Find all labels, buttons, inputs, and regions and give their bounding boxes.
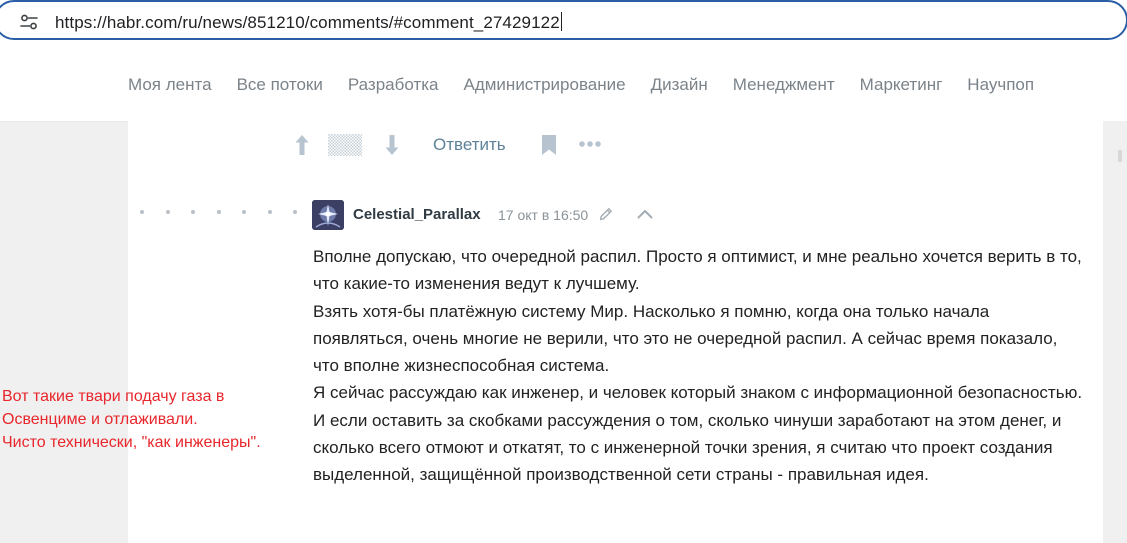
red-annotation: Вот такие твари подачу газа в Освенциме … bbox=[2, 385, 322, 454]
thread-dot bbox=[293, 210, 297, 214]
url-field[interactable]: https://habr.com/ru/news/851210/comments… bbox=[55, 12, 562, 33]
arrow-down-icon[interactable] bbox=[383, 132, 401, 158]
comment-timestamp[interactable]: 17 окт в 16:50 bbox=[498, 207, 588, 223]
nav-item[interactable]: Моя лента bbox=[128, 75, 212, 95]
rating-hidden-icon bbox=[328, 134, 362, 156]
scroll-marker bbox=[1118, 150, 1122, 162]
url-text: https://habr.com/ru/news/851210/comments… bbox=[55, 13, 560, 32]
nav-item[interactable]: Администрирование bbox=[463, 75, 625, 95]
comment-paragraph: Взять хотя-бы платёжную систему Мир. Нас… bbox=[313, 301, 1058, 376]
address-bar[interactable]: https://habr.com/ru/news/851210/comments… bbox=[0, 0, 1127, 40]
annotation-line: Освенциме и отлаживали. bbox=[2, 411, 198, 428]
page: https://habr.com/ru/news/851210/comments… bbox=[0, 0, 1127, 543]
nav-item[interactable]: Научпоп bbox=[967, 75, 1034, 95]
browser-toolbar: https://habr.com/ru/news/851210/comments… bbox=[0, 0, 1127, 50]
arrow-up-icon[interactable] bbox=[293, 132, 311, 158]
nav-item[interactable]: Все потоки bbox=[237, 75, 323, 95]
right-gutter bbox=[1103, 121, 1127, 543]
tune-icon[interactable] bbox=[18, 11, 40, 33]
comment-paragraph: Вполне допускаю, что очередной распил. П… bbox=[313, 247, 1082, 294]
thread-dot bbox=[165, 210, 170, 214]
thread-dot bbox=[191, 210, 195, 214]
avatar[interactable] bbox=[312, 200, 344, 230]
thread-level-indicator bbox=[140, 208, 327, 216]
text-caret bbox=[560, 12, 562, 31]
nav-item[interactable]: Разработка bbox=[348, 75, 439, 95]
bookmark-icon[interactable] bbox=[541, 134, 557, 156]
reply-button[interactable]: Ответить bbox=[433, 135, 506, 155]
nav-item[interactable]: Маркетинг bbox=[860, 75, 943, 95]
nav-items: Моя лента Все потоки Разработка Администрир… bbox=[128, 75, 1059, 95]
annotation-line: Чисто технически, "как инженеры". bbox=[2, 434, 261, 451]
pencil-icon bbox=[599, 208, 612, 221]
thread-dot bbox=[216, 210, 221, 214]
site-nav: Моя лента Все потоки Разработка Администрир… bbox=[0, 50, 1127, 122]
comment-body: Вполне допускаю, что очередной распил. П… bbox=[313, 243, 1083, 489]
comment-paragraph: Я сейчас рассуждаю как инженер, и челове… bbox=[313, 383, 1083, 485]
annotation-line: Вот такие твари подачу газа в bbox=[2, 388, 225, 405]
thread-dot bbox=[140, 210, 144, 214]
chevron-up-icon[interactable] bbox=[636, 208, 654, 220]
thread-dot bbox=[267, 210, 272, 214]
thread-dot bbox=[242, 210, 246, 214]
comment-author[interactable]: Celestial_Parallax bbox=[353, 206, 481, 223]
nav-item[interactable]: Дизайн bbox=[651, 75, 708, 95]
more-icon[interactable] bbox=[578, 140, 602, 148]
nav-item[interactable]: Менеджмент bbox=[733, 75, 835, 95]
